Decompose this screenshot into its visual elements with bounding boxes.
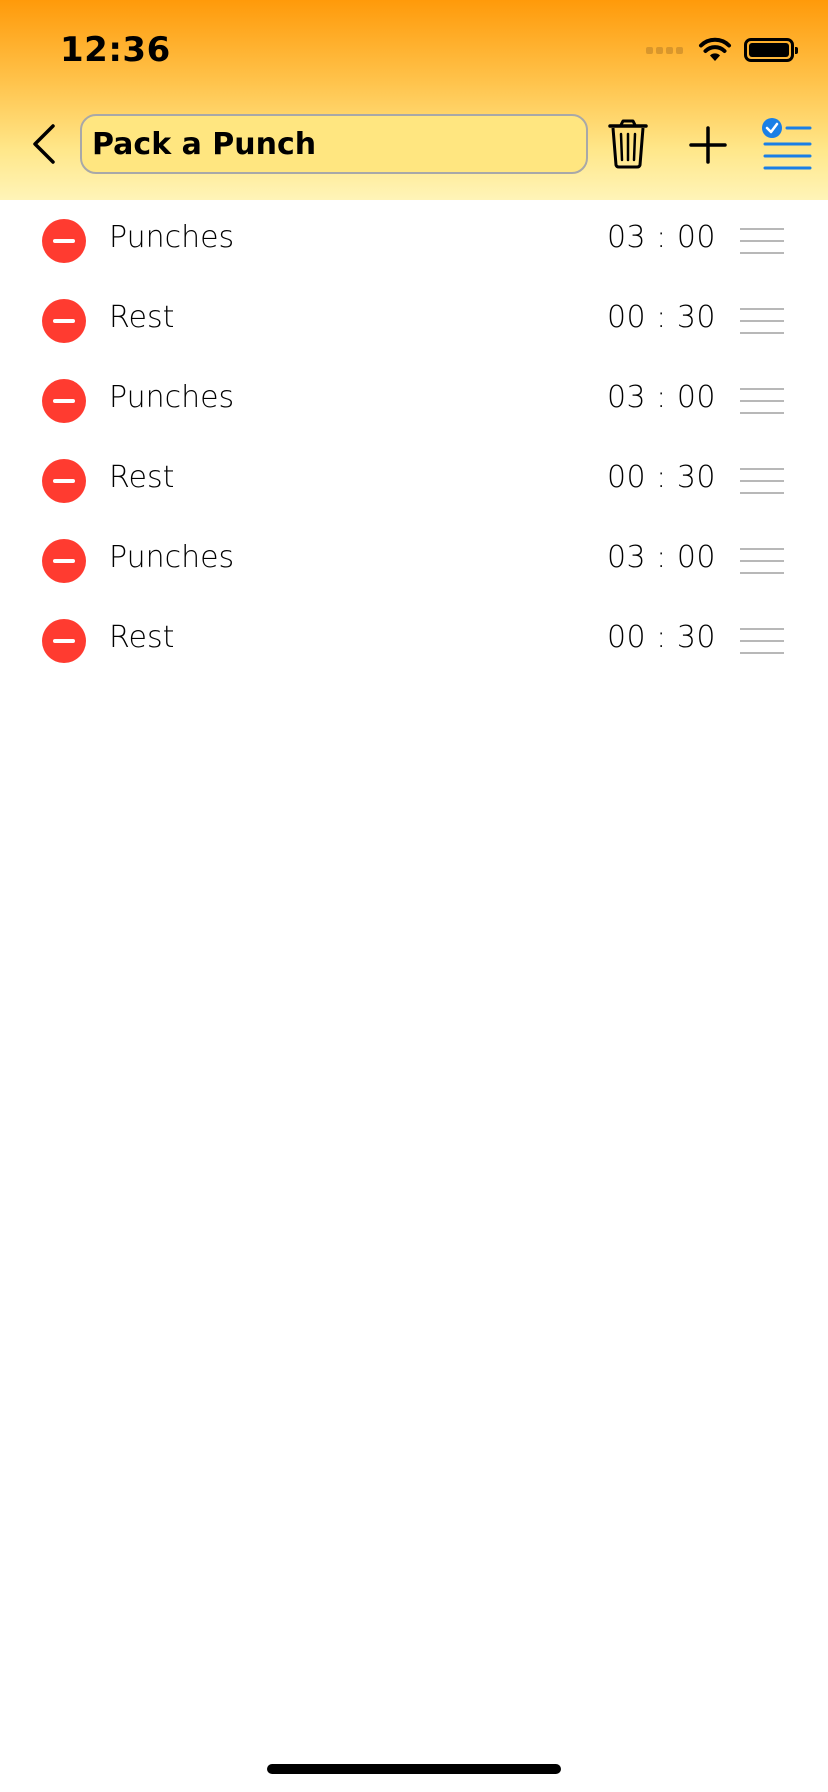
plus-icon <box>689 126 727 164</box>
delete-row-button[interactable] <box>42 459 86 503</box>
delete-row-button[interactable] <box>42 619 86 663</box>
list-item: Rest 00 : 30 <box>0 440 828 520</box>
status-time: 12:36 <box>60 30 171 70</box>
interval-label[interactable]: Rest <box>109 300 174 335</box>
reorder-handle-icon[interactable] <box>740 628 784 654</box>
chevron-left-icon <box>33 124 55 164</box>
delete-row-button[interactable] <box>42 379 86 423</box>
back-button[interactable] <box>24 120 64 168</box>
interval-duration[interactable]: 00 : 30 <box>607 460 716 495</box>
interval-list: Punches 03 : 00 Rest 00 : 30 Punches 03 … <box>0 200 828 680</box>
home-indicator[interactable] <box>267 1764 561 1774</box>
interval-label[interactable]: Rest <box>109 620 174 655</box>
reorder-handle-icon[interactable] <box>740 308 784 334</box>
edit-list-button[interactable] <box>760 116 816 172</box>
interval-duration[interactable]: 03 : 00 <box>607 220 716 255</box>
interval-label[interactable]: Rest <box>109 460 174 495</box>
workout-title-input[interactable]: Pack a Punch <box>80 114 588 174</box>
cellular-signal-icon <box>646 44 686 56</box>
delete-row-button[interactable] <box>42 299 86 343</box>
battery-icon <box>744 38 798 62</box>
list-item: Punches 03 : 00 <box>0 200 828 280</box>
interval-label[interactable]: Punches <box>109 540 234 575</box>
interval-label[interactable]: Punches <box>109 220 234 255</box>
list-item: Rest 00 : 30 <box>0 280 828 360</box>
reorder-handle-icon[interactable] <box>740 468 784 494</box>
list-item: Punches 03 : 00 <box>0 360 828 440</box>
reorder-handle-icon[interactable] <box>740 388 784 414</box>
list-item: Punches 03 : 00 <box>0 520 828 600</box>
status-icons <box>646 34 798 66</box>
interval-duration[interactable]: 00 : 30 <box>607 300 716 335</box>
reorder-handle-icon[interactable] <box>740 228 784 254</box>
trash-button[interactable] <box>604 118 652 170</box>
add-button[interactable] <box>684 118 732 170</box>
wifi-icon <box>699 37 731 61</box>
list-item: Rest 00 : 30 <box>0 600 828 680</box>
reorder-handle-icon[interactable] <box>740 548 784 574</box>
delete-row-button[interactable] <box>42 219 86 263</box>
interval-duration[interactable]: 03 : 00 <box>607 540 716 575</box>
trash-icon <box>608 119 648 169</box>
checklist-icon <box>762 118 812 170</box>
interval-duration[interactable]: 00 : 30 <box>607 620 716 655</box>
delete-row-button[interactable] <box>42 539 86 583</box>
interval-label[interactable]: Punches <box>109 380 234 415</box>
interval-duration[interactable]: 03 : 00 <box>607 380 716 415</box>
nav-bar: Pack a Punch <box>0 112 828 176</box>
